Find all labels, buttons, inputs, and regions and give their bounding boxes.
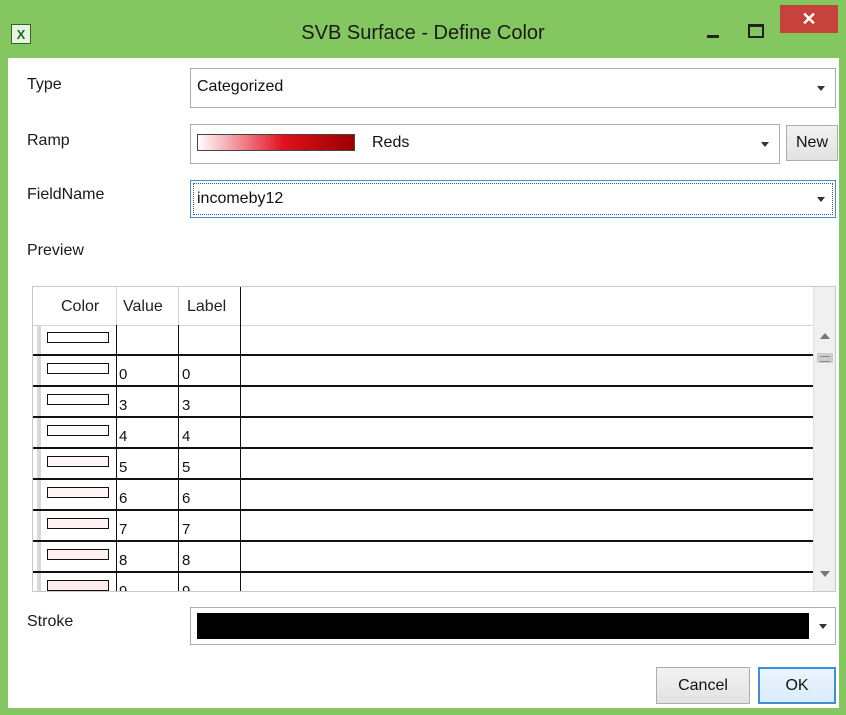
- color-swatch[interactable]: [47, 425, 109, 436]
- column-header-color[interactable]: Color: [61, 298, 99, 316]
- value-cell: 0: [119, 366, 128, 383]
- table-row[interactable]: 55: [33, 449, 813, 480]
- label-cell[interactable]: 5: [182, 459, 190, 476]
- table-row[interactable]: 33: [33, 387, 813, 418]
- value-cell: 8: [119, 552, 128, 569]
- grid-header: Color Value Label: [33, 287, 813, 326]
- table-row[interactable]: 77: [33, 511, 813, 542]
- chevron-down-icon: [817, 197, 825, 202]
- close-icon: ✕: [801, 9, 817, 29]
- ok-button[interactable]: OK: [758, 667, 836, 704]
- type-dropdown[interactable]: Categorized: [190, 68, 836, 108]
- preview-label: Preview: [27, 242, 84, 259]
- color-swatch[interactable]: [47, 394, 109, 405]
- row-selector[interactable]: [37, 449, 41, 478]
- color-swatch[interactable]: [47, 456, 109, 467]
- chevron-down-icon: [819, 624, 827, 629]
- column-header-label[interactable]: Label: [187, 298, 226, 316]
- table-row[interactable]: 00: [33, 356, 813, 387]
- table-row[interactable]: [33, 325, 813, 356]
- dialog-window: X SVB Surface - Define Color ✕ Type Cate…: [0, 0, 846, 715]
- fieldname-value: incomeby12: [197, 190, 284, 207]
- color-swatch[interactable]: [47, 549, 109, 560]
- label-cell[interactable]: 8: [182, 552, 190, 569]
- type-label: Type: [27, 76, 62, 93]
- row-selector[interactable]: [37, 356, 41, 385]
- ramp-name: Reds: [372, 134, 410, 151]
- table-row[interactable]: 99: [33, 573, 813, 591]
- grid-viewport: Color Value Label 0033445566778899: [33, 287, 813, 591]
- value-cell: 3: [119, 397, 128, 414]
- color-swatch[interactable]: [47, 487, 109, 498]
- label-cell[interactable]: 9: [182, 583, 190, 591]
- table-row[interactable]: 44: [33, 418, 813, 449]
- label-cell[interactable]: 3: [182, 397, 190, 414]
- focus-rectangle: [193, 183, 833, 215]
- value-cell: 9: [119, 583, 127, 591]
- label-cell[interactable]: 6: [182, 490, 190, 507]
- header-divider: [116, 287, 117, 325]
- scroll-up-arrow-icon[interactable]: [820, 333, 830, 339]
- row-selector[interactable]: [37, 573, 41, 591]
- column-divider: [240, 287, 241, 591]
- minimize-button[interactable]: [700, 20, 726, 44]
- type-value: Categorized: [197, 78, 284, 95]
- stroke-label: Stroke: [27, 613, 74, 630]
- column-divider: [178, 325, 179, 591]
- stroke-color-dropdown[interactable]: [190, 607, 836, 645]
- value-cell: 6: [119, 490, 128, 507]
- chevron-down-icon: [817, 86, 825, 91]
- vertical-scrollbar[interactable]: [813, 287, 835, 591]
- row-selector[interactable]: [37, 511, 41, 540]
- table-row[interactable]: 88: [33, 542, 813, 573]
- preview-grid[interactable]: Color Value Label 0033445566778899: [32, 286, 836, 592]
- title-bar[interactable]: X SVB Surface - Define Color ✕: [0, 0, 846, 66]
- value-cell: 7: [119, 521, 128, 538]
- value-cell: 5: [119, 459, 128, 476]
- color-ramp-preview: [197, 134, 355, 151]
- row-selector[interactable]: [37, 387, 41, 416]
- ramp-dropdown[interactable]: Reds: [190, 124, 780, 164]
- maximize-button[interactable]: [742, 18, 768, 42]
- table-row[interactable]: 66: [33, 480, 813, 511]
- cancel-button[interactable]: Cancel: [656, 667, 750, 704]
- fieldname-label: FieldName: [27, 186, 105, 203]
- column-header-value[interactable]: Value: [123, 298, 163, 316]
- stroke-color-swatch: [197, 613, 809, 639]
- column-divider: [116, 325, 117, 591]
- row-selector[interactable]: [37, 542, 41, 571]
- scroll-down-arrow-icon[interactable]: [820, 571, 830, 577]
- chevron-down-icon: [761, 142, 769, 147]
- label-cell[interactable]: 7: [182, 521, 190, 538]
- header-divider: [178, 287, 179, 325]
- label-cell[interactable]: 4: [182, 428, 190, 445]
- row-selector[interactable]: [37, 325, 41, 354]
- color-swatch[interactable]: [47, 363, 109, 374]
- new-ramp-button[interactable]: New: [786, 125, 838, 161]
- row-selector[interactable]: [37, 418, 41, 447]
- scroll-thumb[interactable]: [817, 353, 833, 363]
- ramp-label: Ramp: [27, 132, 70, 149]
- dialog-body: Type Categorized Ramp Reds New FieldName…: [8, 58, 839, 708]
- color-swatch[interactable]: [47, 518, 109, 529]
- value-cell: 4: [119, 428, 128, 445]
- close-button[interactable]: ✕: [780, 5, 838, 33]
- label-cell[interactable]: 0: [182, 366, 190, 383]
- color-swatch[interactable]: [47, 332, 109, 343]
- fieldname-dropdown[interactable]: incomeby12: [190, 180, 836, 218]
- row-selector[interactable]: [37, 480, 41, 509]
- color-swatch[interactable]: [47, 580, 109, 591]
